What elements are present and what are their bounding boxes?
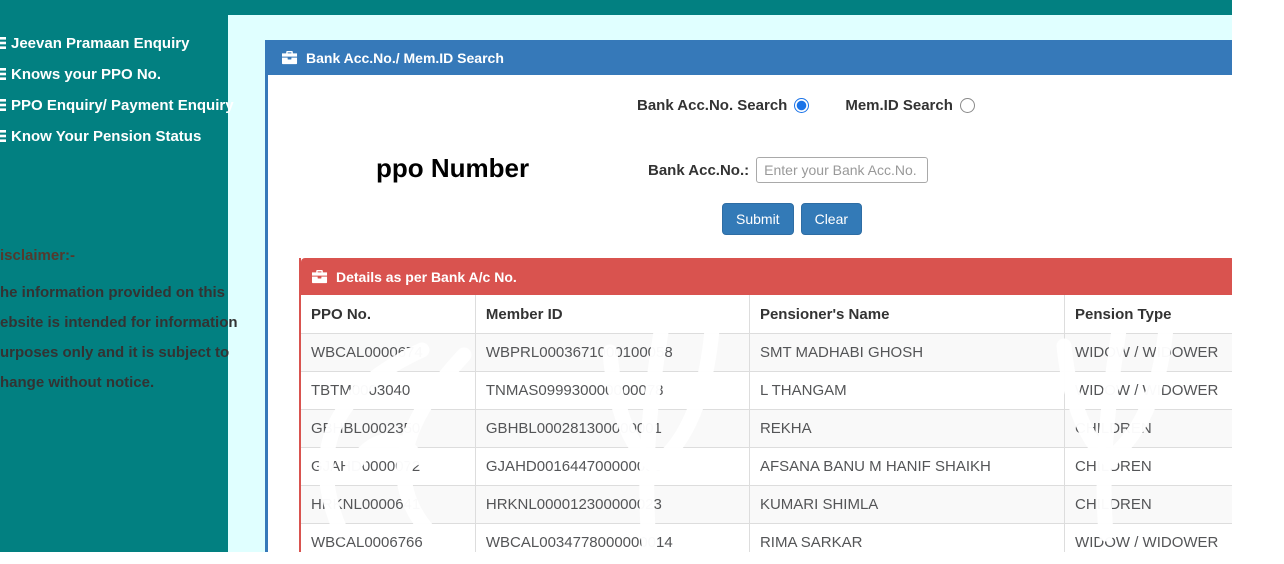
search-panel-header: Bank Acc.No./ Mem.ID Search	[268, 40, 1232, 75]
table-row: HRKNL0000641 HRKNL000012300000023 KUMARI…	[301, 485, 1232, 524]
search-panel: Bank Acc.No./ Mem.ID Search Bank Acc.No.…	[265, 40, 1232, 552]
cell-member-id: GBHBL000281300000001	[475, 409, 750, 448]
disclaimer: isclaimer:- he information provided on t…	[0, 247, 238, 404]
list-bullet-icon	[0, 68, 6, 80]
details-section: Details as per Bank A/c No. PPO No. Memb…	[299, 258, 1232, 552]
cell-pension-type: WIDOW / WIDOWER	[1064, 371, 1232, 410]
cell-member-id: WBCAL0034778000000014	[475, 523, 750, 552]
page-container: Jeevan Pramaan Enquiry Knows your PPO No…	[0, 0, 1232, 552]
table-row: TBTM0003040 TNMAS099930000000078 L THANG…	[301, 371, 1232, 410]
table-row: WBCAL0006766 WBCAL0034778000000014 RIMA …	[301, 523, 1232, 552]
sidebar-menu: Jeevan Pramaan Enquiry Knows your PPO No…	[0, 33, 234, 157]
list-bullet-icon	[0, 99, 6, 111]
sidebar-item-label: Knows your PPO No.	[11, 65, 162, 83]
sidebar-item-ppo-payment-enquiry[interactable]: PPO Enquiry/ Payment Enquiry	[0, 95, 234, 115]
cell-ppo: GBHBL0002350	[301, 409, 476, 448]
disclaimer-line: hange without notice.	[0, 374, 155, 391]
disclaimer-line: he information provided on this	[0, 284, 225, 301]
radio-mem-label: Mem.ID Search	[845, 97, 953, 114]
bank-acc-input[interactable]	[756, 157, 929, 183]
cell-pensioner-name: L THANGAM	[749, 371, 1066, 410]
ppo-number-label: ppo Number	[376, 153, 530, 183]
form-buttons: Submit Clear	[722, 203, 863, 235]
cell-pension-type: CHILDREN	[1064, 485, 1232, 524]
radio-bank-button[interactable]	[794, 98, 810, 113]
cell-member-id: HRKNL000012300000023	[475, 485, 750, 524]
col-header-name: Pensioner's Name	[749, 295, 1066, 334]
table-header-row: PPO No. Member ID Pensioner's Name Pensi…	[301, 295, 1232, 334]
col-header-ppo: PPO No.	[301, 295, 476, 334]
disclaimer-line: ebsite is intended for information	[0, 314, 238, 331]
table-row: WBCAL0000674 WBPRL0003671000100058 SMT M…	[301, 333, 1232, 372]
cell-ppo: HRKNL0000641	[301, 485, 476, 524]
details-header: Details as per Bank A/c No.	[301, 258, 1232, 295]
search-type-radio-group: Bank Acc.No. Search Mem.ID Search	[637, 97, 975, 114]
cell-ppo: WBCAL0000674	[301, 333, 476, 372]
radio-bank-label: Bank Acc.No. Search	[637, 97, 788, 114]
cell-ppo: WBCAL0006766	[301, 523, 476, 552]
details-title: Details as per Bank A/c No.	[336, 268, 517, 285]
search-panel-title: Bank Acc.No./ Mem.ID Search	[306, 49, 504, 66]
list-bullet-icon	[0, 130, 6, 142]
cell-member-id: GJAHD001644700000006	[475, 447, 750, 486]
cell-pensioner-name: KUMARI SHIMLA	[749, 485, 1066, 524]
cell-pension-type: CHILDREN	[1064, 409, 1232, 448]
sidebar-item-knows-your-ppo[interactable]: Knows your PPO No.	[0, 64, 228, 84]
disclaimer-heading: isclaimer:-	[0, 247, 76, 264]
sidebar-item-label: Jeevan Pramaan Enquiry	[11, 34, 190, 52]
cell-pensioner-name: SMT MADHABI GHOSH	[749, 333, 1066, 372]
col-header-member: Member ID	[475, 295, 750, 334]
radio-mem-id-search[interactable]: Mem.ID Search	[845, 97, 975, 114]
pension-results-table: PPO No. Member ID Pensioner's Name Pensi…	[301, 295, 1232, 552]
bank-acc-field-group: Bank Acc.No.:	[648, 157, 929, 183]
cell-pension-type: CHILDREN	[1064, 447, 1232, 486]
disclaimer-line: urposes only and it is subject to	[0, 344, 230, 361]
sidebar: Jeevan Pramaan Enquiry Knows your PPO No…	[0, 0, 238, 552]
cell-pension-type: WIDOW / WIDOWER	[1064, 523, 1232, 552]
cell-pensioner-name: RIMA SARKAR	[749, 523, 1066, 552]
cell-ppo: TBTM0003040	[301, 371, 476, 410]
cell-pensioner-name: REKHA	[749, 409, 1066, 448]
bank-acc-label: Bank Acc.No.:	[648, 161, 750, 179]
cell-pension-type: WIDOW / WIDOWER	[1064, 333, 1232, 372]
cell-member-id: WBPRL0003671000100058	[475, 333, 750, 372]
cell-member-id: TNMAS099930000000078	[475, 371, 750, 410]
clear-button[interactable]: Clear	[800, 203, 863, 235]
radio-bank-acc-search[interactable]: Bank Acc.No. Search	[637, 97, 810, 114]
sidebar-item-label: Know Your Pension Status	[11, 127, 202, 145]
radio-mem-button[interactable]	[959, 98, 975, 113]
sidebar-item-label: PPO Enquiry/ Payment Enquiry	[11, 96, 234, 114]
briefcase-icon	[312, 269, 328, 283]
cell-ppo: GJAHD0000072	[301, 447, 476, 486]
list-bullet-icon	[0, 37, 6, 49]
submit-button[interactable]: Submit	[722, 203, 794, 235]
briefcase-icon	[282, 50, 298, 64]
sidebar-item-jeevan-pramaan-enquiry[interactable]: Jeevan Pramaan Enquiry	[0, 33, 228, 53]
cell-pensioner-name: AFSANA BANU M HANIF SHAIKH	[749, 447, 1066, 486]
table-row: GJAHD0000072 GJAHD001644700000006 AFSANA…	[301, 447, 1232, 486]
sidebar-item-pension-status[interactable]: Know Your Pension Status	[0, 126, 228, 146]
col-header-type: Pension Type	[1064, 295, 1232, 334]
table-row: GBHBL0002350 GBHBL000281300000001 REKHA …	[301, 409, 1232, 448]
